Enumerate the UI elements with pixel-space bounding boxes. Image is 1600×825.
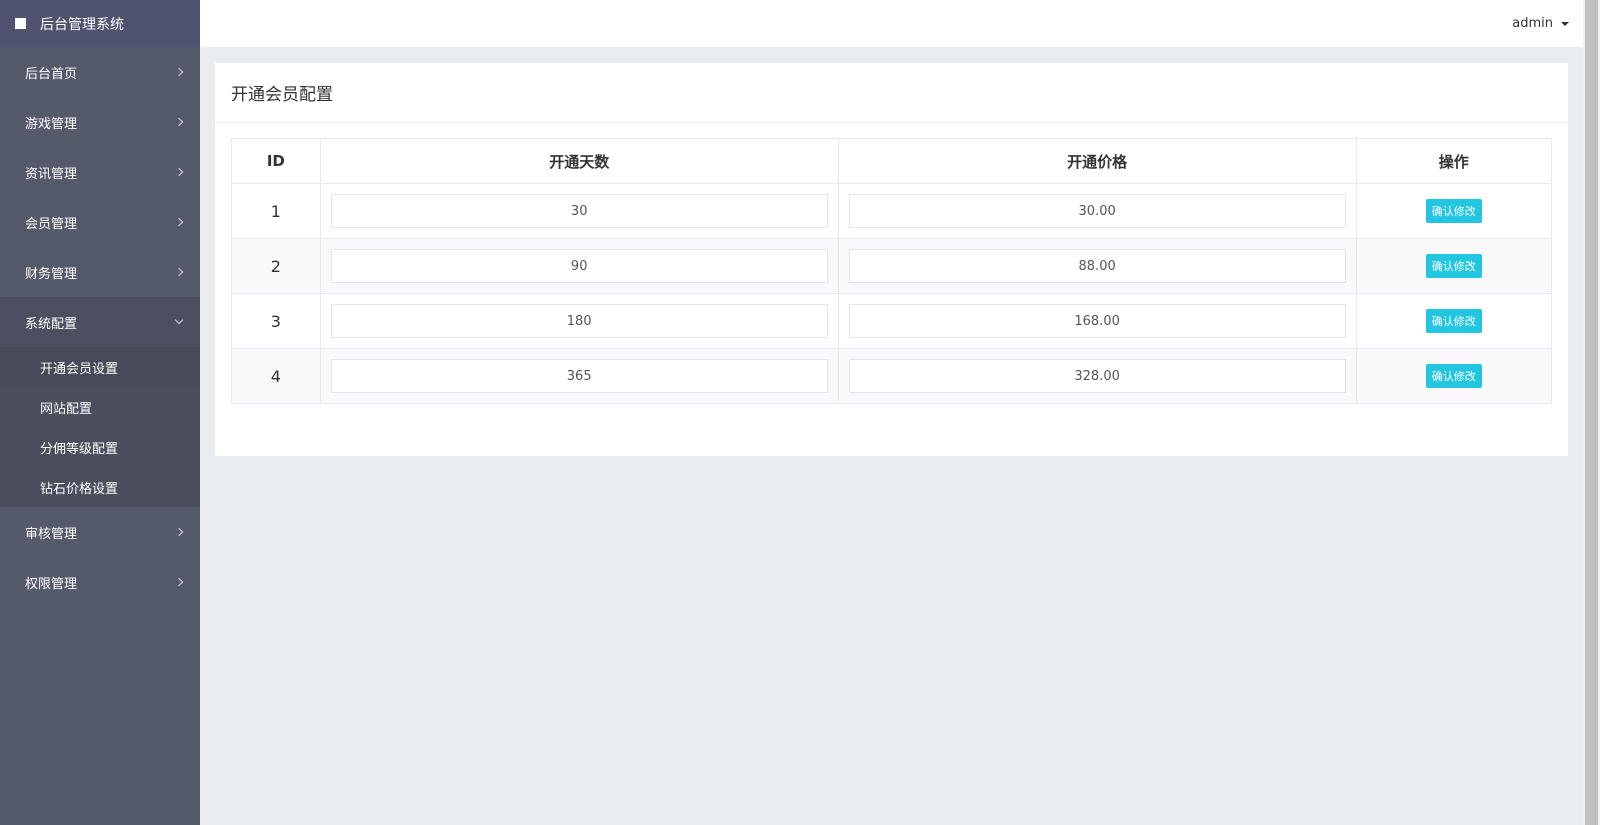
membership-table: ID 开通天数 开通价格 操作 1 30 30.00 确认修改 2 90 88.…: [231, 138, 1553, 404]
submenu-item-label: 分佣等级配置: [40, 441, 119, 457]
confirm-edit-button[interactable]: 确认修改: [1425, 199, 1482, 223]
confirm-edit-button[interactable]: 确认修改: [1425, 254, 1482, 278]
panel-title: 开通会员配置: [215, 63, 1568, 123]
sidebar-item-dashboard[interactable]: 后台首页: [0, 47, 200, 97]
brand-title: 后台管理系统: [40, 16, 124, 33]
confirm-edit-button[interactable]: 确认修改: [1425, 364, 1482, 388]
action-cell: 确认修改: [1355, 183, 1553, 239]
price-input[interactable]: 88.00: [848, 249, 1346, 283]
user-menu[interactable]: admin: [1512, 16, 1569, 31]
days-input[interactable]: 180: [330, 304, 828, 338]
submenu-item-site-config[interactable]: 网站配置: [0, 387, 200, 427]
action-cell: 确认修改: [1355, 238, 1553, 294]
sidebar-item-label: 财务管理: [25, 266, 78, 282]
sidebar-item-news[interactable]: 资讯管理: [0, 147, 200, 197]
days-input[interactable]: 365: [330, 359, 828, 393]
column-header-id: ID: [231, 138, 321, 184]
chevron-right-icon: [174, 117, 184, 127]
price-input[interactable]: 168.00: [848, 304, 1346, 338]
sidebar-item-finance[interactable]: 财务管理: [0, 247, 200, 297]
content-panel: 开通会员配置 ID 开通天数 开通价格 操作 1 30 30.00 确认修改 2…: [215, 63, 1568, 456]
sidebar-item-label: 后台首页: [25, 66, 78, 82]
column-header-action: 操作: [1355, 138, 1553, 184]
submenu-item-diamond-price[interactable]: 钻石价格设置: [0, 467, 200, 507]
price-input[interactable]: 328.00: [848, 359, 1346, 393]
chevron-right-icon: [174, 577, 184, 587]
sidebar: 后台管理系统 后台首页 游戏管理 资讯管理 会员管理 财务管理 系统配置 开通会…: [0, 0, 200, 825]
action-cell: 确认修改: [1355, 348, 1553, 404]
sidebar-item-games[interactable]: 游戏管理: [0, 97, 200, 147]
submenu-item-label: 网站配置: [40, 401, 93, 417]
sidebar-item-review[interactable]: 审核管理: [0, 507, 200, 557]
days-input[interactable]: 90: [330, 249, 828, 283]
caret-down-icon: [1561, 21, 1569, 26]
price-cell: 168.00: [837, 293, 1357, 349]
action-cell: 确认修改: [1355, 293, 1553, 349]
table-wrapper: ID 开通天数 开通价格 操作 1 30 30.00 确认修改 2 90 88.…: [215, 123, 1568, 404]
sidebar-item-label: 会员管理: [25, 216, 78, 232]
days-cell: 30: [319, 183, 839, 239]
days-input[interactable]: 30: [330, 194, 828, 228]
days-cell: 180: [319, 293, 839, 349]
topbar: admin: [200, 0, 1583, 47]
table-header-row: ID 开通天数 开通价格 操作: [231, 138, 1553, 184]
row-id: 4: [231, 348, 321, 404]
table-row: 1 30 30.00 确认修改: [231, 183, 1553, 239]
table-row: 3 180 168.00 确认修改: [231, 293, 1553, 349]
sidebar-nav: 后台首页 游戏管理 资讯管理 会员管理 财务管理 系统配置 开通会员设置 网站配…: [0, 47, 200, 607]
sidebar-item-label: 系统配置: [25, 316, 78, 332]
price-cell: 328.00: [837, 348, 1357, 404]
days-cell: 365: [319, 348, 839, 404]
price-input[interactable]: 30.00: [848, 194, 1346, 228]
vertical-scrollbar[interactable]: [1583, 0, 1600, 825]
sidebar-item-label: 审核管理: [25, 526, 78, 542]
submenu-item-member-setting[interactable]: 开通会员设置: [0, 347, 200, 387]
sidebar-item-label: 权限管理: [25, 576, 78, 592]
row-id: 1: [231, 183, 321, 239]
sidebar-item-system-config[interactable]: 系统配置: [0, 297, 200, 347]
chevron-right-icon: [174, 527, 184, 537]
square-icon: [15, 18, 26, 29]
chevron-right-icon: [174, 217, 184, 227]
chevron-right-icon: [174, 267, 184, 277]
chevron-down-icon: [174, 315, 184, 325]
scrollbar-thumb[interactable]: [1585, 0, 1598, 825]
row-id: 3: [231, 293, 321, 349]
submenu-item-commission-levels[interactable]: 分佣等级配置: [0, 427, 200, 467]
table-row: 2 90 88.00 确认修改: [231, 238, 1553, 294]
sidebar-item-permissions[interactable]: 权限管理: [0, 557, 200, 607]
column-header-price: 开通价格: [837, 138, 1357, 184]
chevron-right-icon: [174, 67, 184, 77]
brand[interactable]: 后台管理系统: [0, 0, 200, 47]
sidebar-item-label: 资讯管理: [25, 166, 78, 182]
chevron-right-icon: [174, 167, 184, 177]
sidebar-item-label: 游戏管理: [25, 116, 78, 132]
username: admin: [1512, 16, 1553, 31]
price-cell: 88.00: [837, 238, 1357, 294]
sidebar-item-members[interactable]: 会员管理: [0, 197, 200, 247]
days-cell: 90: [319, 238, 839, 294]
table-row: 4 365 328.00 确认修改: [231, 348, 1553, 404]
confirm-edit-button[interactable]: 确认修改: [1425, 309, 1482, 333]
row-id: 2: [231, 238, 321, 294]
price-cell: 30.00: [837, 183, 1357, 239]
column-header-days: 开通天数: [319, 138, 839, 184]
submenu-item-label: 开通会员设置: [40, 361, 119, 377]
submenu-item-label: 钻石价格设置: [40, 481, 119, 497]
sidebar-submenu: 开通会员设置 网站配置 分佣等级配置 钻石价格设置: [0, 347, 200, 507]
